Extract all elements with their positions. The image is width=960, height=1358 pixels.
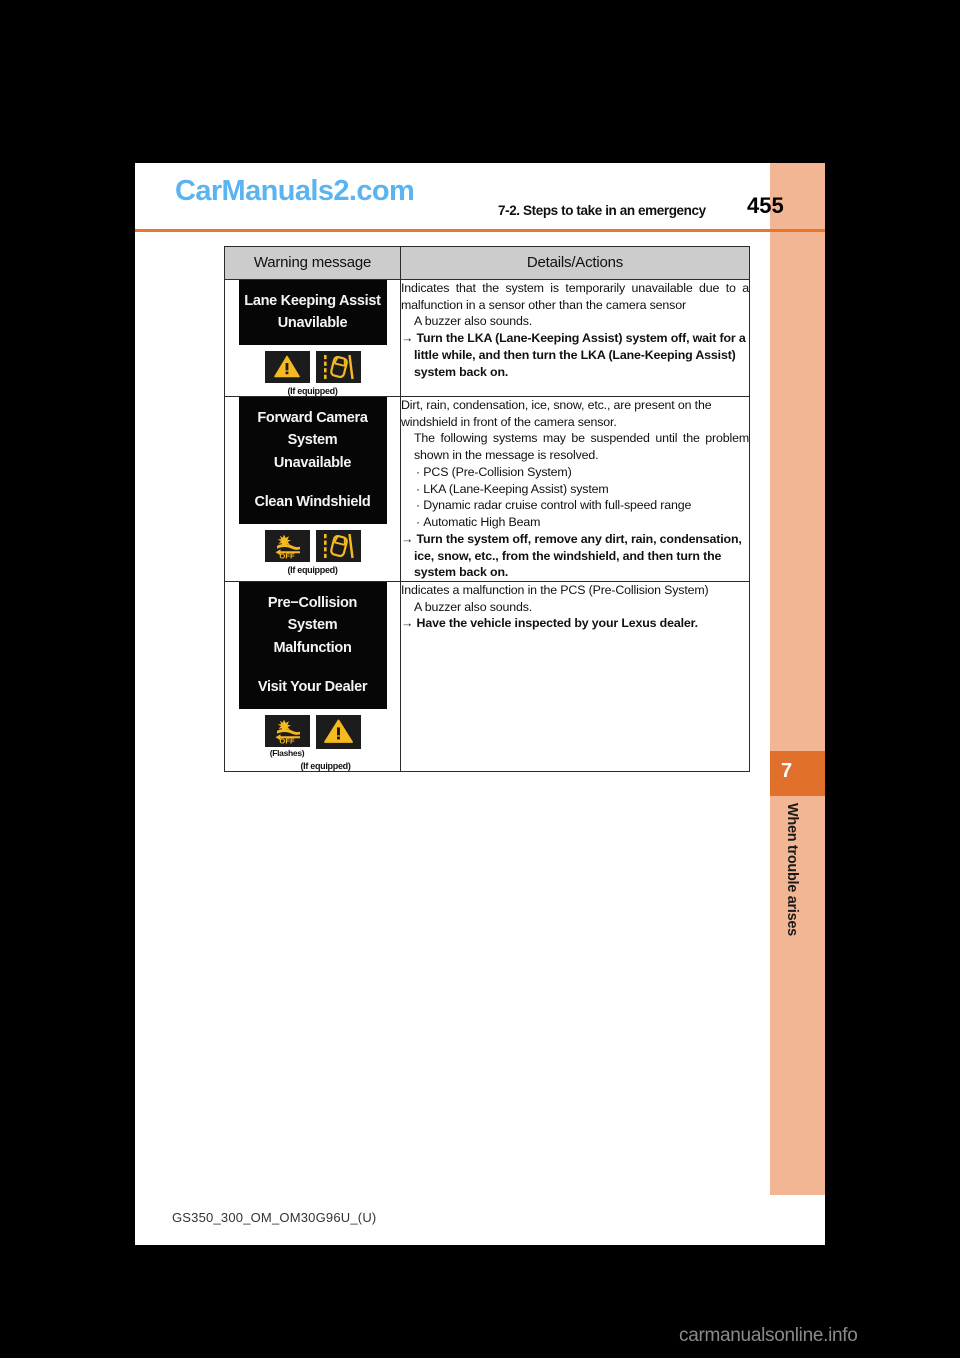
warning-message-cell: Lane Keeping Assist Unavilable (If equip… (224, 279, 401, 397)
pcs-off-icon: OFF (275, 534, 300, 559)
details-bullet-text: Automatic High Beam (423, 515, 541, 530)
chapter-number: 7 (781, 760, 793, 782)
indicator-icon-pcs-off: OFF (Flashes) (264, 714, 310, 758)
display-line: Malfunction (273, 639, 352, 656)
details-intro: Dirt, rain, condensation, ice, snow, etc… (401, 397, 712, 429)
instrument-display-panel: Forward Camera System Unavailable Clean … (238, 396, 387, 524)
display-blank-line (243, 474, 383, 491)
details-action: → Turn the LKA (Lane-Keeping Assist) sys… (401, 331, 746, 379)
pcs-off-icon: OFF (275, 719, 300, 744)
display-line: Clean Windshield (254, 494, 371, 511)
details-actions-cell: Indicates that the system is temporarily… (400, 279, 750, 397)
chapter-label: When trouble arises (770, 803, 825, 1023)
instrument-display-panel: Lane Keeping Assist Unavilable (238, 280, 387, 345)
if-equipped-note: (If equipped) (287, 564, 338, 575)
display-line: System (287, 432, 338, 449)
display-blank-line (243, 659, 383, 676)
details-sub-note: A buzzer also sounds. (414, 314, 533, 329)
details-bullet: · Dynamic radar cruise control with full… (416, 498, 692, 513)
page-header: CarManuals2.com 7-2. Steps to take in an… (135, 163, 825, 232)
details-bullet-text: Dynamic radar cruise control with full-s… (423, 498, 692, 513)
manual-page-sheet: 7 When trouble arises CarManuals2.com 7-… (135, 163, 825, 1245)
details-bullet: · PCS (Pre-Collision System) (416, 464, 572, 479)
section-title: 7-2. Steps to take in an emergency (498, 203, 706, 218)
details-actions-cell: Indicates a malfunction in the PCS (Pre-… (400, 581, 750, 772)
details-action: → Have the vehicle inspected by your Lex… (401, 616, 699, 631)
warning-message-cell: Forward Camera System Unavailable Clean … (224, 395, 401, 583)
details-bullet: · LKA (Lane-Keeping Assist) system (416, 481, 609, 496)
flashes-note: (Flashes) (269, 747, 305, 758)
indicator-icon-row (239, 350, 387, 383)
display-line: Forward Camera (257, 409, 368, 426)
icon-box: OFF (264, 529, 310, 562)
display-line: Unavilable (277, 315, 348, 332)
chapter-tab: 7 (770, 751, 825, 796)
page-number: 455 (747, 193, 784, 218)
header-divider (135, 229, 825, 232)
table-row: Lane Keeping Assist Unavilable (If equip… (224, 279, 750, 397)
table-row: Forward Camera System Unavailable Clean … (224, 395, 750, 583)
if-equipped-note: (If equipped) (300, 760, 351, 771)
svg-text:OFF: OFF (279, 736, 295, 744)
chapter-tab-column (770, 163, 825, 1195)
warning-message-cell: Pre−Collision System Malfunction Visit Y… (224, 581, 401, 772)
details-sub-note: A buzzer also sounds. (414, 599, 533, 614)
icon-box (315, 714, 361, 749)
details-action: → Turn the system off, remove any dirt, … (401, 531, 742, 580)
table-header-row: Warning message Details/Actions (224, 246, 750, 280)
icon-box (315, 350, 361, 383)
indicator-icon-warning-triangle (264, 350, 310, 383)
display-line: System (287, 617, 338, 634)
svg-text:OFF: OFF (279, 551, 295, 559)
lane-departure-icon (324, 354, 354, 380)
display-line: Visit Your Dealer (257, 679, 368, 696)
details-intro: Indicates that the system is temporarily… (401, 281, 749, 312)
warning-message-table: Warning message Details/Actions Lane Kee… (224, 246, 750, 772)
details-actions-cell: Dirt, rain, condensation, ice, snow, etc… (400, 395, 750, 583)
icon-box: OFF (264, 714, 310, 747)
column-header-details-actions: Details/Actions (400, 246, 750, 280)
display-line: Pre−Collision (267, 595, 358, 612)
instrument-display-panel: Pre−Collision System Malfunction Visit Y… (238, 582, 387, 709)
indicator-icon-lane-departure (315, 350, 361, 383)
site-watermark-top: CarManuals2.com (175, 175, 415, 207)
details-bullet: · Automatic High Beam (416, 515, 541, 530)
indicator-icon-warning-triangle (315, 714, 361, 749)
icon-box (264, 350, 310, 383)
indicator-icon-lane-departure (315, 529, 361, 562)
details-action-text: Have the vehicle inspected by your Lexus… (416, 616, 699, 631)
details-bullet-list: · PCS (Pre-Collision System) · LKA (Lane… (401, 464, 749, 531)
site-watermark-bottom: carmanualsonline.info (679, 1325, 858, 1346)
lane-departure-icon (324, 533, 354, 558)
indicator-icon-pcs-off: OFF (264, 529, 310, 562)
display-line: Unavailable (273, 454, 352, 471)
details-bullet-text: LKA (Lane-Keeping Assist) system (423, 481, 609, 496)
details-bullet-text: PCS (Pre-Collision System) (423, 464, 572, 479)
if-equipped-note: (If equipped) (287, 385, 338, 396)
details-action-text: Turn the LKA (Lane-Keeping Assist) syste… (414, 331, 746, 379)
icon-box (315, 529, 361, 562)
details-sub-note: The following systems may be suspended u… (414, 431, 749, 463)
warning-triangle-icon (274, 356, 300, 378)
chapter-label-text: When trouble arises (784, 803, 800, 936)
warning-triangle-icon (323, 719, 353, 744)
indicator-icon-row: OFF (239, 529, 387, 562)
table-row: Pre−Collision System Malfunction Visit Y… (224, 581, 750, 772)
column-header-warning-message: Warning message (224, 246, 401, 280)
document-code: GS350_300_OM_OM30G96U_(U) (172, 1210, 377, 1225)
details-intro: Indicates a malfunction in the PCS (Pre-… (401, 583, 709, 598)
details-action-text: Turn the system off, remove any dirt, ra… (414, 531, 742, 580)
indicator-icon-row: OFF (Flashes) (239, 714, 387, 758)
display-line: Lane Keeping Assist (244, 293, 381, 309)
